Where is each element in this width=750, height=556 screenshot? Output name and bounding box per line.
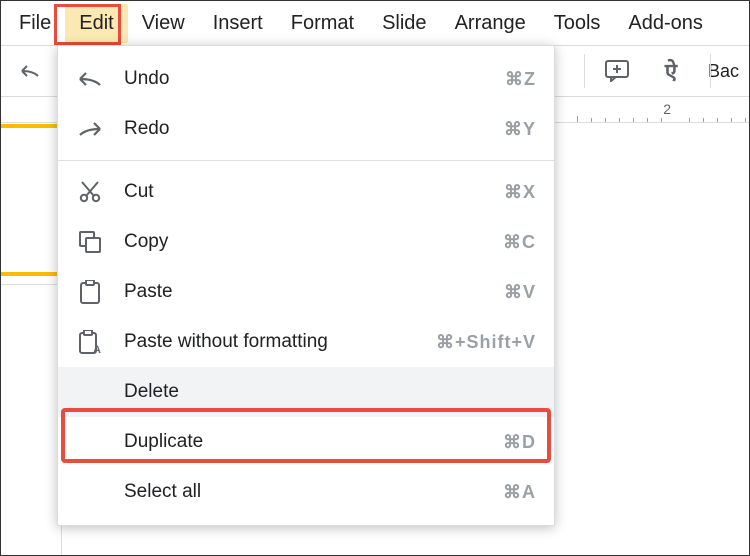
menu-file[interactable]: File	[5, 4, 65, 43]
clipboard-plain-icon: A	[76, 328, 104, 356]
menubar: File Edit View Insert Format Slide Arran…	[1, 1, 749, 45]
menu-view[interactable]: View	[128, 4, 199, 43]
undo-button[interactable]	[13, 54, 47, 88]
menu-item-label: Select all	[124, 481, 503, 503]
menu-insert[interactable]: Insert	[199, 4, 277, 43]
menu-item-shortcut: ⌘Y	[504, 119, 536, 140]
menu-item-paste[interactable]: Paste ⌘V	[58, 267, 554, 317]
menu-item-shortcut: ⌘Z	[505, 69, 536, 90]
menu-item-label: Paste	[124, 281, 504, 303]
redo-icon	[76, 115, 104, 143]
add-comment-button[interactable]	[600, 54, 634, 88]
slide-thumb-highlight	[1, 272, 61, 276]
menu-item-label: Cut	[124, 181, 504, 203]
comment-icon	[605, 60, 629, 82]
menu-item-label: Copy	[124, 231, 503, 253]
menu-item-label: Redo	[124, 118, 504, 140]
menu-item-label: Delete	[124, 381, 536, 403]
menu-addons[interactable]: Add-ons	[614, 4, 717, 43]
menu-item-cut[interactable]: Cut ⌘X	[58, 167, 554, 217]
menu-item-shortcut: ⌘X	[504, 182, 536, 203]
menu-item-shortcut: ⌘D	[503, 432, 536, 453]
menu-item-copy[interactable]: Copy ⌘C	[58, 217, 554, 267]
menu-item-label: Duplicate	[124, 431, 503, 453]
menu-arrange[interactable]: Arrange	[441, 4, 540, 43]
ruler-number: 2	[663, 101, 671, 117]
slide-panel	[1, 124, 61, 555]
svg-text:A: A	[93, 344, 101, 354]
menu-item-delete[interactable]: Delete	[58, 367, 554, 417]
scissors-icon	[76, 178, 104, 206]
menu-item-shortcut: ⌘C	[503, 232, 536, 253]
menu-item-shortcut: ⌘A	[503, 482, 536, 503]
undo-arrow-icon	[19, 64, 41, 78]
clipboard-icon	[76, 278, 104, 306]
copy-icon	[76, 228, 104, 256]
menu-item-paste-without-formatting[interactable]: A Paste without formatting ⌘+Shift+V	[58, 317, 554, 367]
menu-item-redo[interactable]: Redo ⌘Y	[58, 104, 554, 154]
menu-item-shortcut: ⌘V	[504, 282, 536, 303]
menu-divider	[58, 160, 554, 161]
menu-format[interactable]: Format	[277, 4, 368, 43]
edit-dropdown-menu: Undo ⌘Z Redo ⌘Y Cut ⌘X Copy ⌘C Paste ⌘V …	[57, 45, 555, 526]
menu-item-undo[interactable]: Undo ⌘Z	[58, 54, 554, 104]
background-button[interactable]: Bac	[708, 61, 739, 82]
menu-item-label: Undo	[124, 68, 505, 90]
menu-item-shortcut: ⌘+Shift+V	[436, 332, 536, 353]
menu-item-duplicate[interactable]: Duplicate ⌘D	[58, 417, 554, 467]
menu-tools[interactable]: Tools	[540, 4, 615, 43]
slide-thumb-highlight	[1, 124, 61, 128]
menu-edit[interactable]: Edit	[65, 4, 127, 43]
menu-slide[interactable]: Slide	[368, 4, 440, 43]
menu-item-select-all[interactable]: Select all ⌘A	[58, 467, 554, 517]
input-tools-button[interactable]: ऐ	[654, 54, 688, 88]
menu-item-label: Paste without formatting	[124, 331, 436, 353]
input-tools-icon: ऐ	[665, 56, 677, 86]
undo-icon	[76, 65, 104, 93]
